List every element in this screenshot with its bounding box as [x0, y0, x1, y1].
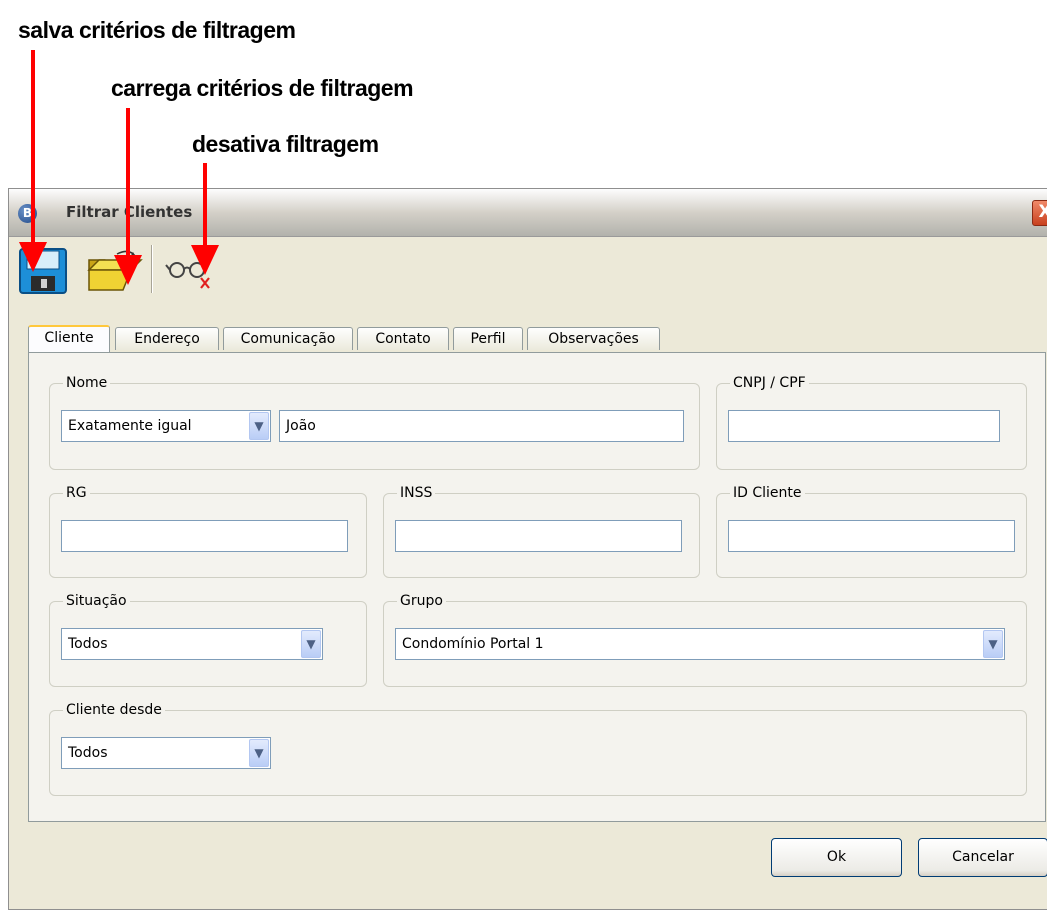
annotation-load-label: carrega critérios de filtragem [111, 75, 414, 101]
grupo-value: Condomínio Portal 1 [402, 636, 544, 652]
chevron-down-icon[interactable]: ▼ [249, 739, 269, 767]
load-filter-button[interactable] [87, 246, 143, 296]
id-cliente-input[interactable] [728, 520, 1015, 552]
nome-label: Nome [63, 374, 111, 392]
group-nome: Nome Exatamente igual ▼ João [49, 374, 700, 470]
chevron-down-icon[interactable]: ▼ [301, 630, 321, 658]
tab-contato[interactable]: Contato [357, 327, 449, 350]
situacao-select[interactable]: Todos ▼ [61, 628, 323, 660]
situacao-value: Todos [68, 636, 108, 652]
inss-label: INSS [397, 484, 436, 502]
id-cliente-label: ID Cliente [730, 484, 805, 502]
group-rg: RG [49, 484, 367, 578]
filter-dialog-window: B Filtrar Clientes X Cliente Endereço Co… [8, 188, 1047, 910]
toolbar-separator [151, 245, 153, 293]
nome-value: João [286, 418, 316, 434]
annotation-save-label: salva critérios de filtragem [18, 17, 296, 43]
ok-button[interactable]: Ok [771, 838, 902, 877]
situacao-label: Situação [63, 592, 130, 610]
nome-match-value: Exatamente igual [68, 418, 192, 434]
grupo-select[interactable]: Condomínio Portal 1 ▼ [395, 628, 1005, 660]
cancel-button[interactable]: Cancelar [918, 838, 1047, 877]
rg-input[interactable] [61, 520, 348, 552]
group-grupo: Grupo Condomínio Portal 1 ▼ [383, 592, 1027, 687]
tab-panel-cliente: Nome Exatamente igual ▼ João CNPJ / CPF … [28, 352, 1046, 822]
group-id-cliente: ID Cliente [716, 484, 1027, 578]
chevron-down-icon[interactable]: ▼ [983, 630, 1003, 658]
group-cnpj-cpf: CNPJ / CPF [716, 374, 1027, 470]
group-cliente-desde: Cliente desde Todos ▼ [49, 701, 1027, 796]
cliente-desde-value: Todos [68, 745, 108, 761]
cliente-desde-select[interactable]: Todos ▼ [61, 737, 271, 769]
tab-comunicacao[interactable]: Comunicação [223, 327, 353, 350]
toolbar [9, 237, 1047, 303]
tab-observacoes[interactable]: Observações [527, 327, 660, 350]
group-situacao: Situação Todos ▼ [49, 592, 367, 687]
floppy-disk-icon [19, 248, 67, 294]
save-filter-button[interactable] [17, 246, 69, 296]
disable-filter-button[interactable] [163, 246, 215, 296]
title-bar[interactable]: B Filtrar Clientes X [9, 189, 1047, 237]
cnpj-cpf-input[interactable] [728, 410, 1000, 442]
glasses-x-icon [165, 260, 210, 289]
chevron-down-icon[interactable]: ▼ [249, 412, 269, 440]
nome-match-select[interactable]: Exatamente igual ▼ [61, 410, 271, 442]
nome-input[interactable]: João [279, 410, 684, 442]
app-icon: B [18, 204, 37, 223]
annotation-disable-label: desativa filtragem [192, 131, 379, 157]
rg-label: RG [63, 484, 90, 502]
window-title: Filtrar Clientes [66, 203, 193, 221]
inss-input[interactable] [395, 520, 682, 552]
tab-cliente[interactable]: Cliente [28, 325, 110, 352]
open-folder-icon [87, 250, 143, 291]
tab-perfil[interactable]: Perfil [453, 327, 523, 350]
close-button[interactable]: X [1032, 200, 1047, 226]
cnpj-cpf-label: CNPJ / CPF [730, 374, 809, 392]
tab-endereco[interactable]: Endereço [115, 327, 219, 350]
grupo-label: Grupo [397, 592, 446, 610]
group-inss: INSS [383, 484, 700, 578]
cliente-desde-label: Cliente desde [63, 701, 165, 719]
